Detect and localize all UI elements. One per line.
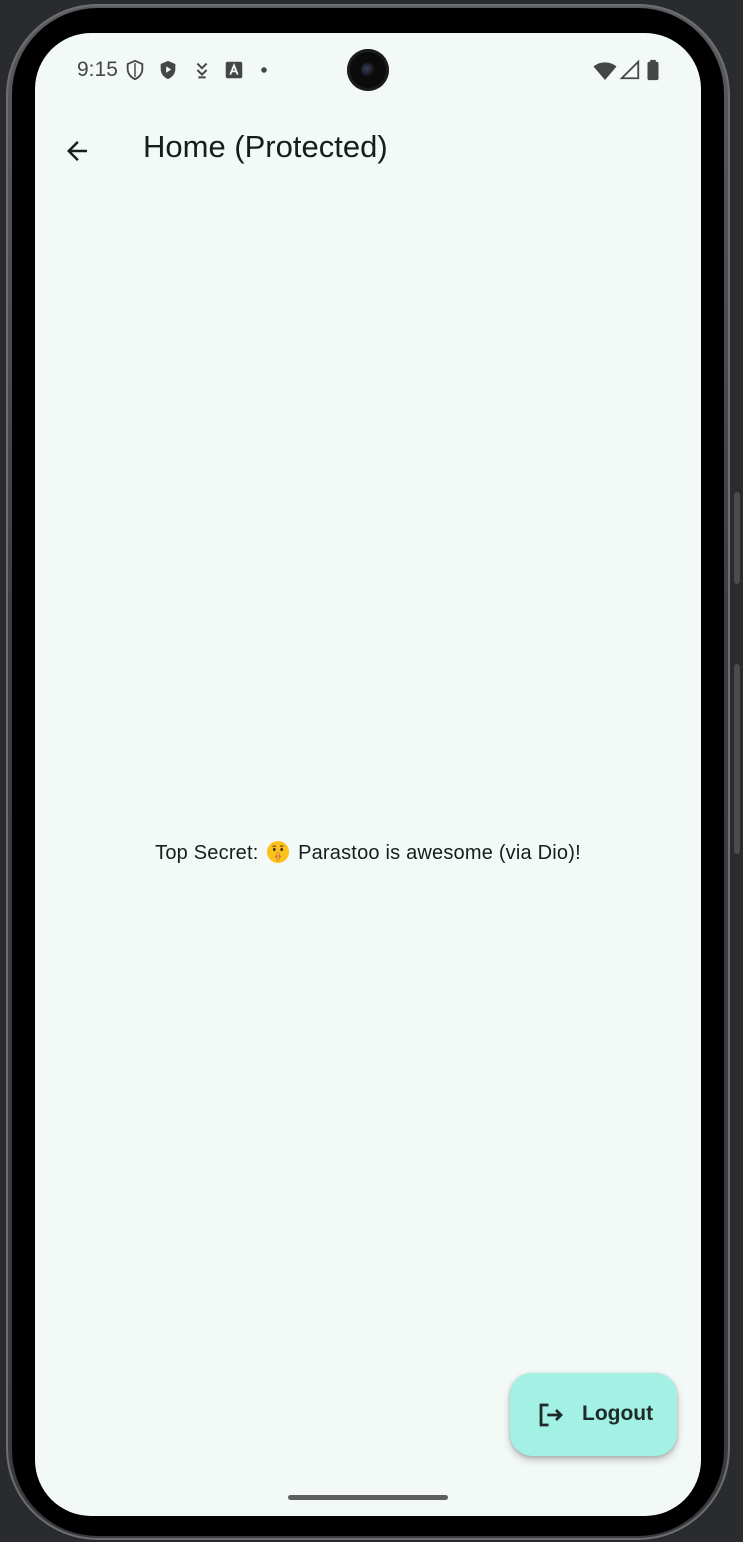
- status-bar: 9:15: [35, 33, 701, 107]
- logout-icon: [539, 1403, 563, 1427]
- message-prefix: Top Secret:: [155, 842, 259, 864]
- front-camera: [347, 49, 389, 91]
- download-arrow-icon: [196, 62, 208, 79]
- status-time: 9:15: [77, 58, 118, 81]
- logout-button[interactable]: Logout: [510, 1373, 677, 1456]
- screen: 9:15 Home (Protected) Top Secret: Parast…: [35, 33, 701, 1516]
- translate-a-icon: [225, 61, 243, 79]
- play-protect-icon: [160, 60, 176, 80]
- logout-button-label: Logout: [582, 1402, 654, 1425]
- app-bar: Home (Protected): [35, 107, 701, 191]
- cellular-signal-icon: [619, 59, 640, 80]
- volume-button: [734, 664, 740, 854]
- battery-icon: [647, 59, 659, 81]
- shushing-face-emoji: [267, 841, 290, 863]
- message-suffix: Parastoo is awesome (via Dio)!: [298, 842, 581, 864]
- gesture-nav-handle[interactable]: [288, 1495, 448, 1500]
- arrow-back-icon: [67, 141, 87, 161]
- notification-dot-icon: [261, 67, 267, 73]
- page-title: Home (Protected): [143, 129, 388, 164]
- back-button[interactable]: [53, 127, 101, 175]
- secret-message: Top Secret: Parastoo is awesome (via Dio…: [35, 840, 701, 865]
- power-button: [734, 492, 740, 584]
- wifi-icon: [593, 62, 617, 80]
- shield-outline-icon: [126, 59, 144, 81]
